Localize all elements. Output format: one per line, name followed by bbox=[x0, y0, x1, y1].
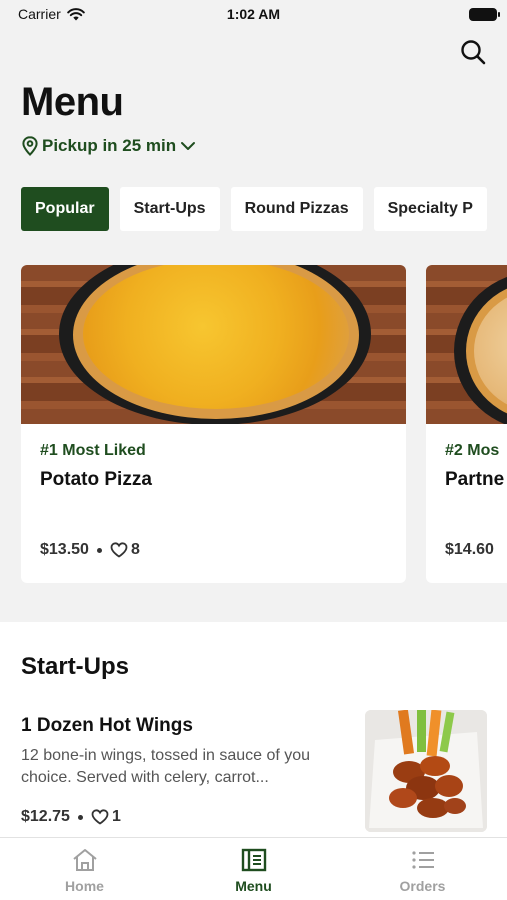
item-price: $14.60 bbox=[445, 541, 494, 558]
section-title: Start-Ups bbox=[21, 653, 130, 680]
tab-menu[interactable]: Menu bbox=[169, 838, 338, 900]
status-bar: Carrier 1:02 AM bbox=[0, 0, 507, 30]
featured-card[interactable]: #2 Mos Partne $14.60 bbox=[426, 265, 507, 583]
tab-label: Menu bbox=[235, 878, 272, 894]
item-description: 12 bone-in wings, tossed in sauce of you… bbox=[21, 747, 311, 786]
tab-label: Home bbox=[65, 878, 104, 894]
page-title: Menu bbox=[21, 80, 124, 124]
item-meta: $12.75 1 bbox=[21, 808, 121, 826]
pickup-label: Pickup in 25 min bbox=[42, 136, 177, 155]
heart-icon bbox=[91, 809, 109, 825]
home-icon bbox=[72, 849, 97, 871]
featured-carousel[interactable]: #1 Most Liked Potato Pizza $13.50 8 #2 M… bbox=[21, 265, 507, 583]
search-icon[interactable] bbox=[459, 38, 487, 66]
rank-label: #1 Most Liked bbox=[40, 442, 146, 459]
menu-book-icon bbox=[241, 848, 266, 872]
pizza-photo bbox=[21, 265, 406, 424]
separator-dot bbox=[77, 814, 83, 820]
like-count[interactable]: 1 bbox=[91, 808, 121, 826]
menu-section-start-ups: Start-Ups 1 Dozen Hot Wings 12 bone-in w… bbox=[0, 622, 507, 837]
pickup-time-selector[interactable]: Pickup in 25 min bbox=[22, 136, 196, 156]
category-tabs: Popular Start-Ups Round Pizzas Specialty… bbox=[21, 187, 487, 231]
chevron-down-icon bbox=[181, 142, 196, 150]
menu-item[interactable]: 1 Dozen Hot Wings 12 bone-in wings, toss… bbox=[0, 710, 507, 840]
category-chip-start-ups[interactable]: Start-Ups bbox=[119, 187, 220, 231]
item-name: Potato Pizza bbox=[40, 469, 152, 490]
item-meta: $13.50 8 bbox=[40, 541, 140, 559]
bottom-tab-bar: Home Menu Orders bbox=[0, 837, 507, 900]
like-count-value: 1 bbox=[111, 808, 121, 825]
pizza-photo bbox=[426, 265, 507, 424]
category-chip-popular[interactable]: Popular bbox=[21, 187, 109, 231]
item-meta: $14.60 bbox=[445, 541, 494, 559]
item-name: 1 Dozen Hot Wings bbox=[21, 715, 193, 736]
item-price: $12.75 bbox=[21, 808, 70, 825]
item-name: Partne bbox=[445, 469, 505, 490]
battery-icon bbox=[469, 8, 500, 21]
heart-icon bbox=[110, 542, 128, 558]
category-chip-specialty-pizzas[interactable]: Specialty P bbox=[373, 187, 487, 231]
wings-photo bbox=[365, 710, 487, 832]
separator-dot bbox=[96, 547, 102, 553]
tab-orders[interactable]: Orders bbox=[338, 838, 507, 900]
list-icon bbox=[411, 851, 434, 869]
rank-label: #2 Mos bbox=[445, 442, 500, 459]
clock: 1:02 AM bbox=[226, 6, 281, 22]
item-price: $13.50 bbox=[40, 541, 89, 558]
tab-home[interactable]: Home bbox=[0, 838, 169, 900]
featured-card[interactable]: #1 Most Liked Potato Pizza $13.50 8 bbox=[21, 265, 406, 583]
category-chip-round-pizzas[interactable]: Round Pizzas bbox=[230, 187, 363, 231]
tab-label: Orders bbox=[399, 878, 446, 894]
like-count[interactable]: 8 bbox=[110, 541, 140, 559]
location-pin-icon bbox=[22, 136, 38, 156]
like-count-value: 8 bbox=[130, 541, 140, 558]
